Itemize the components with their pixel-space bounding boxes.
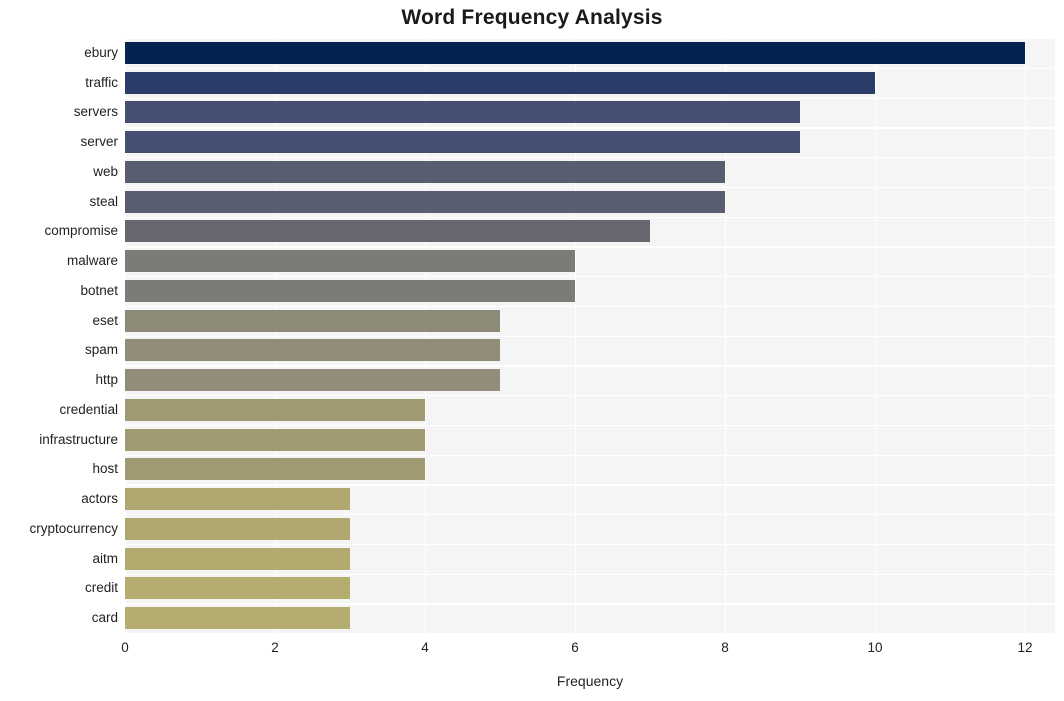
bar xyxy=(125,131,800,154)
x-axis-tick-label: 8 xyxy=(721,640,729,655)
x-axis-label: Frequency xyxy=(556,673,624,689)
y-axis-tick-label: infrastructure xyxy=(39,431,118,447)
y-axis-tick-label: card xyxy=(91,610,118,626)
gridline-horizontal xyxy=(125,603,1055,605)
x-axis-tick-labels: 0 2 4 6 8 10 12 xyxy=(121,633,1055,663)
gridline-horizontal xyxy=(125,335,1055,337)
y-axis-tick-label: ebury xyxy=(84,44,118,60)
bar xyxy=(125,547,350,570)
gridline-horizontal xyxy=(125,157,1055,159)
bar xyxy=(125,190,725,213)
gridline-horizontal xyxy=(125,454,1055,456)
gridline-horizontal xyxy=(125,484,1055,486)
bar xyxy=(125,220,650,243)
bar xyxy=(125,428,425,451)
x-axis-tick-label: 6 xyxy=(571,640,579,655)
gridline-horizontal xyxy=(125,97,1055,99)
y-axis-tick-label: traffic xyxy=(85,74,118,90)
bar xyxy=(125,101,800,124)
y-axis-tick-label: credential xyxy=(59,401,118,417)
gridline-horizontal xyxy=(125,365,1055,367)
y-axis-tick-label: actors xyxy=(81,491,118,507)
gridline-horizontal xyxy=(125,67,1055,70)
bar xyxy=(125,488,350,511)
bar xyxy=(125,577,350,600)
gridline-horizontal xyxy=(125,246,1055,248)
gridline-horizontal xyxy=(125,38,1055,40)
y-axis-tick-label: web xyxy=(93,163,118,179)
gridline-horizontal xyxy=(125,305,1055,308)
x-axis-tick-label: 12 xyxy=(1017,640,1033,655)
gridline-horizontal xyxy=(125,424,1055,427)
y-axis-tick-label: aitm xyxy=(92,550,118,566)
bar xyxy=(125,279,575,302)
gridline-horizontal xyxy=(125,573,1055,575)
gridline-horizontal xyxy=(125,514,1055,516)
gridline-horizontal xyxy=(125,186,1055,189)
gridline-horizontal xyxy=(125,395,1055,397)
x-axis-tick-label: 0 xyxy=(121,640,129,655)
y-axis-tick-labels: ebury traffic servers server web steal comprom… xyxy=(0,38,118,633)
bar xyxy=(125,71,875,94)
y-axis-tick-label: http xyxy=(95,372,118,388)
x-axis-tick-label: 2 xyxy=(271,640,279,655)
y-axis-tick-label: compromise xyxy=(44,223,118,239)
bar xyxy=(125,458,425,481)
y-axis-tick-label: malware xyxy=(66,253,118,269)
y-axis-tick-label: cryptocurrency xyxy=(29,520,118,536)
bar xyxy=(125,339,500,362)
bar xyxy=(125,309,500,332)
plot-area xyxy=(125,38,1055,633)
bar xyxy=(125,398,425,421)
bar xyxy=(125,517,350,540)
y-axis-tick-label: botnet xyxy=(80,282,118,298)
y-axis-tick-label: server xyxy=(80,134,118,150)
y-axis-tick-label: host xyxy=(92,461,118,477)
y-axis-tick-label: spam xyxy=(84,342,118,358)
x-axis-tick-label: 10 xyxy=(867,640,883,655)
gridline-horizontal xyxy=(125,276,1055,278)
bar xyxy=(125,160,725,183)
y-axis-tick-label: eset xyxy=(92,312,118,328)
gridline-horizontal xyxy=(125,216,1055,218)
x-axis-tick-label: 4 xyxy=(421,640,429,655)
gridline-horizontal xyxy=(125,543,1055,546)
y-axis-tick-label: servers xyxy=(73,104,118,120)
bar xyxy=(125,41,1025,64)
bar xyxy=(125,369,500,392)
y-axis-tick-label: credit xyxy=(84,580,118,596)
bar xyxy=(125,607,350,630)
bar xyxy=(125,250,575,273)
y-axis-tick-label: steal xyxy=(89,193,118,209)
chart-figure: Word Frequency Analysis ebury traffic serv… xyxy=(0,0,1064,701)
page-title: Word Frequency Analysis xyxy=(401,6,663,29)
gridline-horizontal xyxy=(125,127,1055,129)
